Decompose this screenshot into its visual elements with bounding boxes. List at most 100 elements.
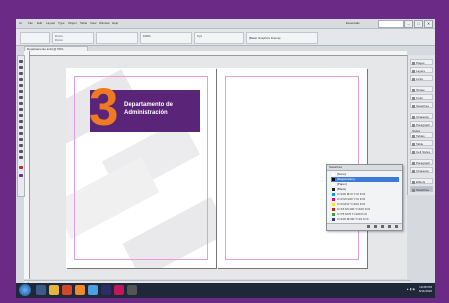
hand-tool-icon[interactable] (19, 150, 23, 153)
object-style-field[interactable]: [Basic Graphics Frame] (246, 32, 318, 44)
scale-value[interactable]: 100% (143, 34, 151, 38)
dock-label: Tables (416, 134, 425, 138)
section-number[interactable]: 3 (89, 81, 118, 134)
scissors-tool-icon[interactable] (19, 120, 23, 123)
section-title[interactable]: Departamento de Administración (124, 101, 204, 117)
swatch-color-chip (332, 178, 335, 181)
scale-fields[interactable]: 100% (140, 32, 192, 44)
menu-table[interactable]: Table (80, 21, 87, 25)
swatch-color-chip (332, 193, 335, 196)
size-fields[interactable] (96, 32, 138, 44)
menu-object[interactable]: Object (68, 21, 77, 25)
reference-point-widget[interactable] (20, 32, 50, 44)
explorer-icon[interactable] (49, 285, 59, 295)
dock-table-styles[interactable]: Table Styles (410, 140, 433, 152)
start-button[interactable] (19, 284, 31, 296)
swatch-color-chip (332, 218, 335, 221)
page-tool-icon[interactable] (19, 72, 23, 75)
show-all-swatches-icon[interactable] (367, 225, 370, 228)
menu-help[interactable]: Help (112, 21, 118, 25)
dock-paragraph[interactable]: Paragraph (410, 159, 433, 165)
dock-label: Swatches (416, 188, 430, 192)
panel-dock: Pages Layers Links Stroke Color Swatches… (407, 55, 435, 195)
swatch-color-chip (332, 208, 335, 211)
paragraph-styles-icon (412, 123, 415, 127)
y-field[interactable]: 0 mm (55, 38, 63, 42)
dock-links[interactable]: Links (410, 75, 433, 81)
maximize-button[interactable]: □ (414, 20, 423, 28)
position-fields[interactable]: 0 mm 0 mm (52, 32, 94, 44)
dock-character[interactable]: Character (410, 167, 433, 173)
selection-tool-icon[interactable] (19, 60, 23, 63)
rectangle-frame-tool-icon[interactable] (19, 108, 23, 111)
dock-color[interactable]: Color (410, 94, 433, 100)
system-tray[interactable]: ▲ ▮ ◉ (406, 287, 415, 291)
free-transform-tool-icon[interactable] (19, 126, 23, 129)
menu-file[interactable]: File (28, 21, 33, 25)
dock-cell-styles[interactable]: Cell Styles (410, 148, 433, 154)
dock-stroke[interactable]: Stroke (410, 86, 433, 92)
eyedropper-tool-icon[interactable] (19, 144, 23, 147)
chrome-icon[interactable] (88, 285, 98, 295)
stroke-fields[interactable]: 0 pt (194, 32, 244, 44)
menu-view[interactable]: View (90, 21, 96, 25)
zoom-tool-icon[interactable] (19, 156, 23, 159)
new-swatch-group-icon[interactable] (388, 225, 391, 228)
swap-colors-icon[interactable] (19, 174, 23, 177)
dock-effects[interactable]: Effects (410, 178, 433, 184)
note-tool-icon[interactable] (19, 138, 23, 141)
dock-swatches[interactable]: Swatches (410, 102, 433, 108)
line-tool-icon[interactable] (19, 90, 23, 93)
type-tool-icon[interactable] (19, 84, 23, 87)
dock-layers[interactable]: Layers (410, 67, 433, 73)
direct-selection-tool-icon[interactable] (19, 66, 23, 69)
photoshop-icon[interactable] (101, 285, 111, 295)
show-color-swatches-icon[interactable] (374, 225, 377, 228)
object-style[interactable]: [Basic Graphics Frame] (249, 36, 280, 40)
new-swatch-icon[interactable] (381, 225, 384, 228)
ie-icon[interactable] (36, 285, 46, 295)
app-logo[interactable]: Ai (19, 21, 22, 25)
clock[interactable]: 10:28 PM 6/11/2016 (419, 285, 432, 293)
links-icon (412, 77, 415, 81)
pencil-tool-icon[interactable] (19, 102, 23, 105)
dock-label: Swatches (416, 104, 430, 108)
dock-label: Effects (416, 180, 426, 184)
delete-swatch-icon[interactable] (395, 225, 398, 228)
menu-window[interactable]: Window (99, 21, 110, 25)
windows-taskbar: ▲ ▮ ◉ 10:28 PM 6/11/2016 (16, 283, 435, 298)
dock-tables[interactable]: Tables (410, 132, 433, 138)
swatches-panel-header[interactable]: Swatches (327, 165, 402, 171)
fill-stroke-icon[interactable] (19, 166, 23, 169)
firefox-icon[interactable] (75, 285, 85, 295)
gradient-tool-icon[interactable] (19, 132, 23, 135)
indesign-icon[interactable] (114, 285, 124, 295)
menu-edit[interactable]: Edit (37, 21, 42, 25)
dock-character-styles[interactable]: Character Styles (410, 113, 433, 125)
gap-tool-icon[interactable] (19, 78, 23, 81)
stroke-weight[interactable]: 0 pt (197, 34, 202, 38)
dock-paragraph-styles[interactable]: Paragraph Styles (410, 121, 433, 133)
cell-styles-icon (412, 150, 415, 154)
page-1[interactable]: 3 Departamento de Administración (66, 68, 216, 268)
dock-label: Color (416, 96, 424, 100)
dock-label: Pages (416, 61, 425, 65)
menu-layout[interactable]: Layout (46, 21, 55, 25)
minimize-button[interactable]: – (404, 20, 413, 28)
pen-tool-icon[interactable] (19, 96, 23, 99)
menu-type[interactable]: Type (58, 21, 65, 25)
search-input[interactable] (378, 20, 404, 28)
media-player-icon[interactable] (62, 285, 72, 295)
close-button[interactable]: ✕ (424, 20, 433, 28)
workspace-switcher[interactable]: Essentials (346, 21, 360, 25)
swatch-color-chip (332, 188, 335, 191)
taskbar-app-icon[interactable] (127, 285, 137, 295)
swatch-color-chip (332, 183, 335, 186)
dock-pages[interactable]: Pages (410, 59, 433, 65)
rectangle-tool-icon[interactable] (19, 114, 23, 117)
swatch-row[interactable]: C=100 M=90 Y=10 K=0 (331, 217, 399, 222)
dock-swatches-active[interactable]: Swatches (410, 186, 433, 192)
paragraph-icon (412, 161, 415, 165)
effects-icon (412, 180, 415, 184)
clock-date: 6/11/2016 (418, 289, 432, 293)
